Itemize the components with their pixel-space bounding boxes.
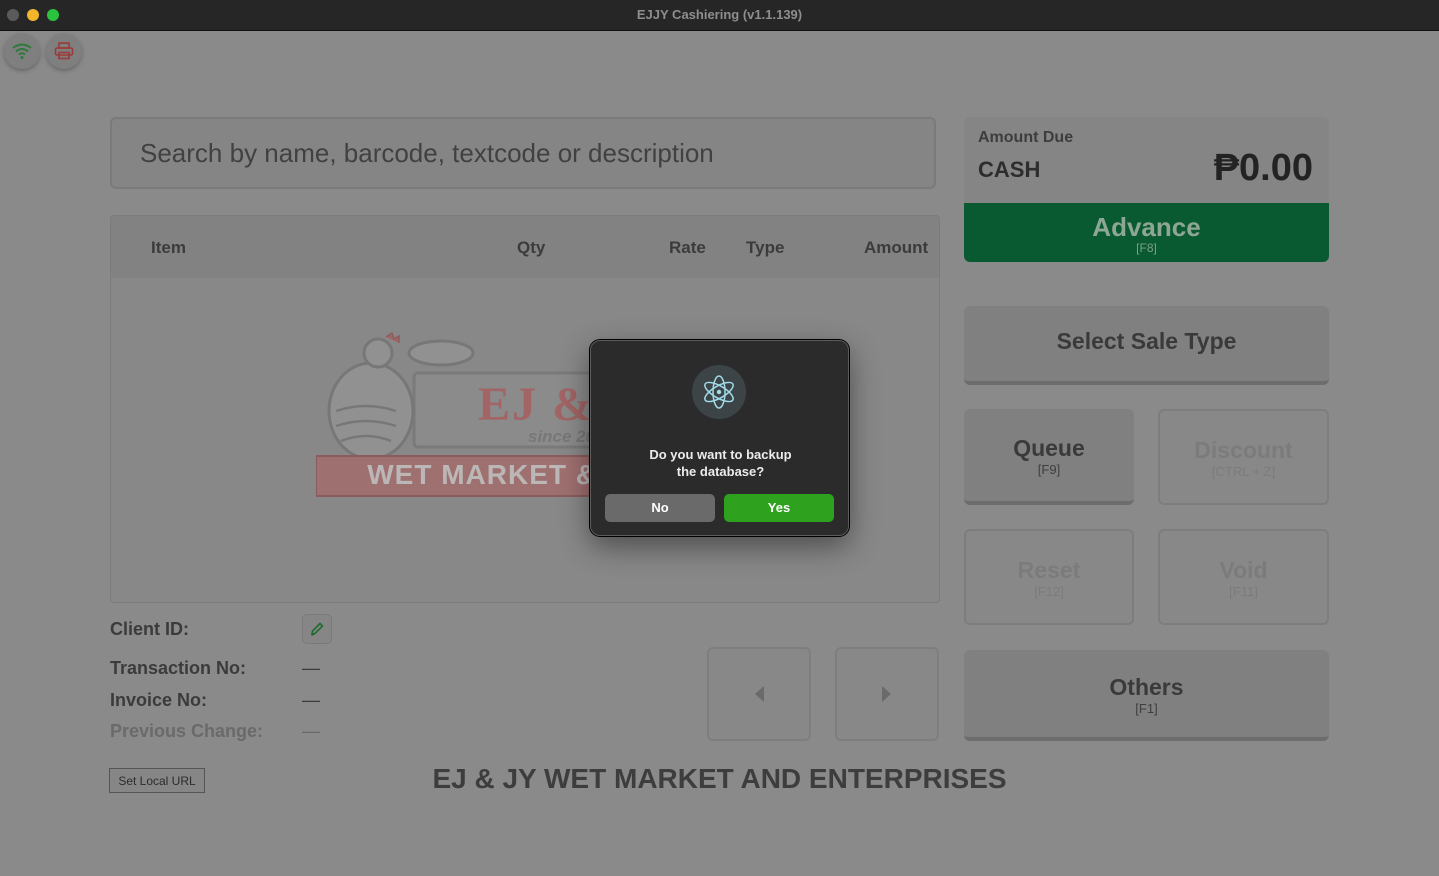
column-header-amount: Amount: [864, 238, 929, 257]
others-button[interactable]: Others [F1]: [964, 650, 1329, 741]
amount-due-value: ₱0.00: [1213, 147, 1313, 189]
previous-change-value: —: [302, 721, 320, 741]
electron-app-icon: [692, 365, 746, 419]
void-shortcut: [F11]: [1229, 584, 1258, 599]
discount-label: Discount: [1194, 437, 1293, 463]
column-header-item: Item: [151, 238, 186, 257]
void-label: Void: [1219, 557, 1268, 583]
reset-shortcut: [F12]: [1034, 584, 1064, 599]
transaction-no-value: —: [302, 658, 320, 678]
column-header-qty: Qty: [517, 238, 546, 257]
previous-page-button[interactable]: [707, 647, 811, 741]
amount-due-panel: Amount Due CASH ₱0.00: [964, 117, 1329, 205]
column-header-type: Type: [746, 238, 785, 257]
column-header-rate: Rate: [669, 238, 706, 257]
chevron-left-icon: [755, 686, 764, 702]
void-button[interactable]: Void [F11]: [1158, 529, 1329, 625]
edit-client-id-button[interactable]: [302, 614, 332, 644]
dialog-message-line1: Do you want to backup: [649, 447, 792, 462]
wifi-icon: [12, 43, 32, 59]
discount-button[interactable]: Discount [CTRL + Z]: [1158, 409, 1329, 505]
queue-button[interactable]: Queue [F9]: [964, 409, 1134, 505]
edit-pencil-icon: [311, 622, 324, 636]
printer-status-button[interactable]: [46, 33, 82, 69]
window-title: EJJY Cashiering (v1.1.139): [636, 7, 803, 22]
next-page-button[interactable]: [835, 647, 939, 741]
others-shortcut: [F1]: [1135, 701, 1158, 716]
printer-icon: [54, 42, 74, 60]
reset-label: Reset: [1017, 557, 1081, 583]
invoice-no-label: Invoice No:: [110, 690, 208, 710]
product-search-box[interactable]: [110, 117, 936, 189]
company-name: EJ & JY WET MARKET AND ENTERPRISES: [432, 763, 1007, 794]
advance-shortcut: [F8]: [1136, 241, 1157, 255]
amount-due-label: Amount Due: [978, 129, 1074, 146]
queue-label: Queue: [1013, 435, 1085, 461]
table-header: Item Qty Rate Type Amount: [111, 216, 939, 278]
search-input[interactable]: [138, 136, 902, 170]
select-sale-type-label: Select Sale Type: [1056, 328, 1237, 354]
client-id-label: Client ID:: [110, 619, 189, 639]
transaction-no-label: Transaction No:: [110, 658, 247, 678]
dialog-message-line2: the database?: [676, 464, 765, 479]
title-bar: EJJY Cashiering (v1.1.139): [0, 0, 1439, 31]
dialog-yes-button[interactable]: Yes: [724, 494, 834, 522]
wifi-status-button[interactable]: [4, 33, 40, 69]
electron-atom-glyph: [704, 375, 734, 409]
advance-label: Advance: [1092, 212, 1201, 242]
discount-shortcut: [CTRL + Z]: [1211, 464, 1276, 479]
dialog-message: Do you want to backup the database?: [621, 446, 820, 480]
chevron-right-icon: [882, 686, 891, 702]
others-label: Others: [1109, 674, 1184, 700]
select-sale-type-button[interactable]: Select Sale Type: [964, 306, 1329, 385]
reset-button[interactable]: Reset [F12]: [964, 529, 1134, 625]
invoice-no-value: —: [302, 690, 320, 710]
previous-change-label: Previous Change:: [110, 721, 264, 741]
payment-type: CASH: [978, 157, 1041, 182]
backup-database-dialog: Do you want to backup the database? No Y…: [590, 340, 849, 536]
advance-button[interactable]: Advance [F8]: [964, 203, 1329, 262]
dialog-no-button[interactable]: No: [605, 494, 715, 522]
queue-shortcut: [F9]: [1037, 462, 1061, 477]
